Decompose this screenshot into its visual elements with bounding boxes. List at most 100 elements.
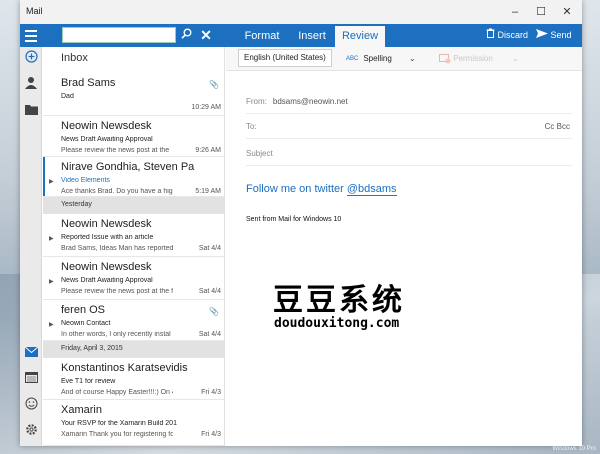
message-subject: Reported Issue with an article — [61, 234, 154, 241]
message-item[interactable]: Konstantinos Karatsevidis Eve T1 for rev… — [43, 358, 224, 400]
message-preview: Brad Sams, Ideas Man has reported — [61, 245, 173, 252]
message-list: Inbox Brad Sams 📎 Dad 10:29 AM Neowin Ne… — [43, 47, 225, 446]
attachment-icon: 📎 — [209, 80, 219, 89]
message-item[interactable]: Xamarin Your RSVP for the Xamarin Build … — [43, 400, 224, 446]
search-input[interactable] — [62, 27, 176, 43]
message-item[interactable]: ▶ feren OS 📎 Neowin Contact In other wor… — [43, 300, 224, 341]
maximize-button[interactable]: ☐ — [533, 4, 549, 20]
message-preview: Ace thanks Brad. Do you have a hig — [61, 188, 173, 195]
menu-icon[interactable] — [20, 24, 42, 47]
send-button[interactable]: Send — [536, 26, 572, 45]
message-sender: feren OS — [61, 304, 106, 316]
message-time: Sat 4/4 — [198, 331, 221, 338]
message-preview: Please review the news post at the — [61, 147, 170, 154]
minimize-button[interactable]: – — [507, 4, 523, 20]
divider — [246, 138, 572, 139]
expand-arrow-icon[interactable]: ▶ — [49, 235, 54, 242]
message-time: Fri 4/3 — [201, 389, 221, 396]
message-subject: News Draft Awaiting Approval — [61, 136, 153, 143]
discard-button[interactable]: Discard — [486, 26, 528, 45]
expand-arrow-icon[interactable]: ▶ — [49, 178, 54, 185]
message-sender: Konstantinos Karatsevidis — [61, 362, 188, 374]
section-header-yesterday: Yesterday — [43, 197, 224, 214]
message-item[interactable]: Brad Sams 📎 Dad 10:29 AM — [43, 73, 224, 116]
message-sender: Neowin Newsdesk — [61, 261, 152, 273]
subject-field[interactable]: Subject — [246, 149, 273, 158]
permission-icon — [439, 53, 453, 64]
discard-label: Discard — [497, 30, 529, 40]
message-subject: News Draft Awaiting Approval — [61, 277, 153, 284]
spelling-icon: ABC — [346, 56, 359, 62]
expand-arrow-icon[interactable]: ▶ — [49, 321, 54, 328]
attachment-icon: 📎 — [209, 307, 219, 316]
message-time: Sat 4/4 — [198, 245, 221, 252]
message-time: Fri 4/3 — [201, 431, 221, 438]
permission-label: Permission — [453, 54, 493, 63]
message-body[interactable]: Follow me on twitter @bdsams — [246, 183, 397, 196]
message-time: Sat 4/4 — [198, 288, 221, 295]
watermark-title: 豆豆系统 — [273, 283, 405, 318]
folder-icon[interactable] — [20, 101, 42, 121]
tab-review[interactable]: Review — [335, 26, 385, 47]
compose-pane: English (United States) ABC Spelling ⌄ Pe… — [226, 47, 582, 446]
compose-icon[interactable] — [20, 49, 42, 69]
tab-insert[interactable]: Insert — [292, 26, 332, 47]
language-selector[interactable]: English (United States) — [238, 49, 332, 67]
windows-badge: Windows 10 Pro — [552, 446, 596, 452]
chevron-down-icon: ⌄ — [512, 54, 519, 63]
message-item[interactable]: Neowin Newsdesk News Draft Awaiting Appr… — [43, 116, 224, 157]
tab-format[interactable]: Format — [239, 26, 285, 47]
cc-bcc-button[interactable]: Cc Bcc — [545, 122, 570, 131]
from-field[interactable]: From: bdsams@neowin.net — [246, 97, 348, 106]
close-window-button[interactable]: ✕ — [559, 4, 575, 20]
message-subject: Dad — [61, 93, 74, 100]
message-sender: Nirave Gondhia, Steven Pa — [61, 161, 195, 173]
message-time: 9:26 AM — [195, 147, 221, 154]
message-preview: Please review the news post at the f — [61, 288, 173, 295]
section-header-friday: Friday, April 3, 2015 — [43, 341, 224, 358]
watermark-url: doudouxitong.com — [274, 316, 400, 331]
nav-rail — [20, 47, 42, 446]
message-item-selected[interactable]: ▶ Nirave Gondhia, Steven Pa Video Elemen… — [43, 157, 224, 197]
message-time: 5:19 AM — [195, 188, 221, 195]
message-preview: Xamarin Thank you for registering fo — [61, 431, 173, 438]
title-bar: Mail – ☐ ✕ — [20, 0, 582, 24]
to-label: To: — [246, 122, 257, 131]
twitter-handle: @bdsams — [346, 183, 397, 196]
message-subject: Neowin Contact — [61, 320, 111, 327]
settings-icon[interactable] — [20, 422, 42, 442]
spelling-label: Spelling — [363, 54, 392, 64]
to-field[interactable]: To: — [246, 122, 257, 131]
permission-button[interactable]: Permission — [439, 50, 493, 68]
send-icon — [536, 29, 551, 40]
message-item[interactable]: ▶ Neowin Newsdesk News Draft Awaiting Ap… — [43, 257, 224, 300]
signature: Sent from Mail for Windows 10 — [246, 216, 342, 223]
from-label: From: — [246, 97, 267, 106]
from-value: bdsams@neowin.net — [272, 97, 348, 106]
people-icon[interactable] — [20, 75, 42, 95]
spelling-button[interactable]: ABC Spelling — [346, 50, 392, 68]
expand-arrow-icon[interactable]: ▶ — [49, 278, 54, 285]
trash-icon — [486, 28, 498, 40]
chevron-down-icon[interactable]: ⌄ — [409, 50, 416, 68]
search-icon[interactable] — [178, 26, 194, 44]
message-sender: Neowin Newsdesk — [61, 218, 152, 230]
message-time: 10:29 AM — [191, 104, 221, 111]
mail-window: Mail – ☐ ✕ ✕ Format Insert Review Discar… — [20, 0, 582, 446]
close-icon[interactable]: ✕ — [199, 25, 213, 45]
divider — [246, 165, 572, 166]
message-item[interactable]: ▶ Neowin Newsdesk Reported Issue with an… — [43, 214, 224, 257]
message-preview: In other words, I only recently instal — [61, 331, 171, 338]
message-subject: Video Elements — [61, 177, 110, 184]
body-text: Follow me on twitter — [246, 183, 347, 195]
calendar-icon[interactable] — [20, 369, 42, 389]
message-sender: Brad Sams — [61, 77, 116, 89]
smiley-icon[interactable] — [20, 396, 42, 416]
window-title: Mail — [26, 6, 43, 16]
divider — [246, 113, 572, 114]
mail-icon[interactable] — [20, 343, 42, 363]
message-subject: Your RSVP for the Xamarin Build 201 — [61, 420, 177, 427]
message-sender: Xamarin — [61, 404, 102, 416]
send-label: Send — [550, 30, 572, 40]
selection-indicator — [43, 157, 45, 196]
